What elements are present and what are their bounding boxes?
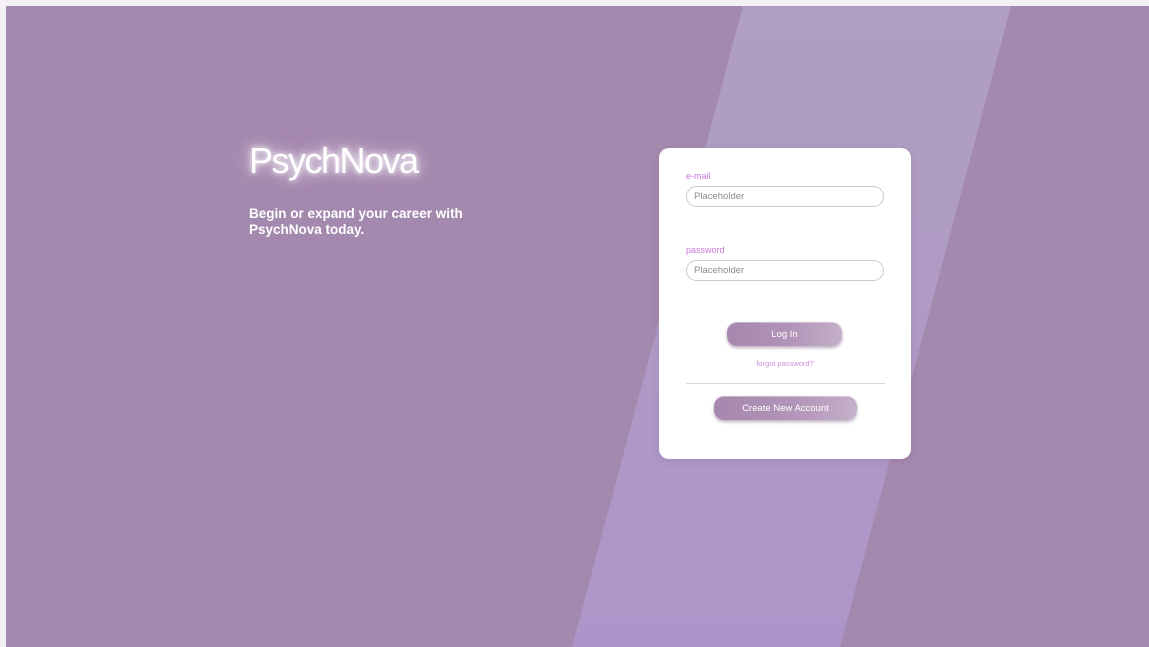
login-card: e-mail password Log In forgot password? … [659, 148, 911, 459]
email-field[interactable] [686, 186, 884, 207]
divider [686, 383, 885, 384]
password-field[interactable] [686, 260, 884, 281]
login-page: PsychNova Begin or expand your career wi… [6, 6, 1149, 647]
diagonal-light-band [572, 6, 1011, 647]
login-button[interactable]: Log In [727, 322, 842, 346]
password-label: password [686, 245, 725, 255]
forgot-password-link[interactable]: forgot password? [659, 359, 911, 368]
email-label: e-mail [686, 171, 711, 181]
create-account-button[interactable]: Create New Account [714, 396, 857, 420]
brand-logo: PsychNova [249, 140, 419, 181]
brand-tagline: Begin or expand your career with PsychNo… [249, 206, 463, 237]
